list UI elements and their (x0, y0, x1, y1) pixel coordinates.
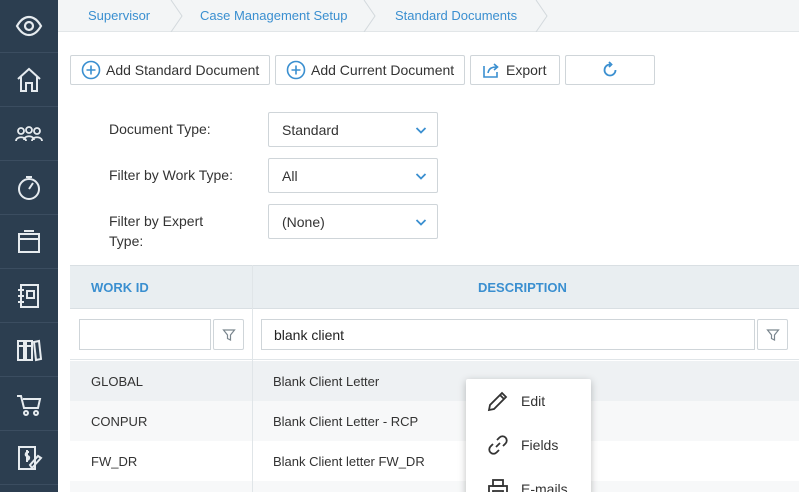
sidebar-item-library[interactable] (0, 324, 58, 377)
work-id-filter-input[interactable] (79, 319, 211, 350)
column-divider (252, 265, 253, 492)
breadcrumb-case-management-setup[interactable]: Case Management Setup (200, 0, 347, 32)
printer-icon (488, 479, 508, 492)
work-id-cell: FW_DR (91, 454, 138, 469)
add-current-document-label: Add Current Document (311, 62, 455, 78)
description-filter-button[interactable] (757, 319, 788, 350)
description-filter-input[interactable] (261, 319, 755, 350)
breadcrumb-separator-icon (170, 0, 183, 32)
breadcrumb-standard-documents[interactable]: Standard Documents (395, 0, 517, 32)
export-icon (481, 60, 501, 80)
funnel-icon (221, 328, 236, 341)
table-row[interactable]: FW_DR Blank Client letter FW_DR (70, 441, 799, 481)
expert-type-select[interactable]: (None) (268, 204, 438, 239)
sidebar-item-archive[interactable] (0, 216, 58, 269)
breadcrumb-separator-icon (535, 0, 548, 32)
work-type-label: Filter by Work Type: (109, 167, 233, 183)
cart-icon (17, 395, 42, 416)
breadcrumb: Supervisor Case Management Setup Standar… (58, 0, 799, 32)
document-type-label: Document Type: (109, 121, 211, 137)
work-id-filter-button[interactable] (213, 319, 244, 350)
library-icon (17, 339, 43, 362)
context-menu: Edit Fields E-mails (466, 379, 591, 492)
breadcrumb-supervisor[interactable]: Supervisor (88, 0, 150, 32)
breadcrumb-separator-icon (363, 0, 376, 32)
refresh-button[interactable] (565, 55, 655, 85)
sidebar-item-cart[interactable] (0, 378, 58, 431)
export-button[interactable]: Export (470, 55, 560, 85)
plus-circle-icon (286, 60, 306, 80)
chevron-down-icon (415, 219, 427, 226)
document-type-select[interactable]: Standard (268, 112, 438, 147)
table-row[interactable]: GLOBAL Blank Client Letter (70, 361, 799, 401)
refresh-icon (603, 61, 617, 77)
sidebar (0, 0, 58, 492)
document-type-value: Standard (282, 122, 339, 138)
add-current-document-button[interactable]: Add Current Document (275, 55, 465, 85)
table-row[interactable]: CONPUR Blank Client Letter - RCP (70, 401, 799, 441)
expert-type-value: (None) (282, 214, 325, 230)
funnel-icon (765, 328, 780, 341)
export-label: Export (506, 62, 547, 78)
work-type-select[interactable]: All (268, 158, 438, 193)
context-menu-fields-label: Fields (521, 437, 559, 453)
sidebar-item-home[interactable] (0, 54, 58, 107)
eye-icon (15, 15, 43, 37)
billing-icon (18, 446, 43, 470)
plus-circle-icon (81, 60, 101, 80)
sidebar-item-view[interactable] (0, 0, 58, 53)
context-menu-edit-label: Edit (521, 393, 546, 409)
expert-type-label-line1: Filter by Expert (109, 213, 204, 229)
work-type-value: All (282, 168, 298, 184)
work-id-cell: GLOBAL (91, 374, 144, 389)
context-menu-emails[interactable]: E-mails (466, 467, 591, 492)
sidebar-item-notebook[interactable] (0, 270, 58, 323)
column-header-description[interactable]: DESCRIPTION (478, 266, 567, 310)
home-icon (17, 67, 41, 92)
users-icon (15, 126, 43, 142)
description-cell: Blank Client Letter (273, 374, 380, 389)
notebook-icon (18, 284, 39, 308)
chevron-down-icon (415, 173, 427, 180)
chevron-down-icon (415, 127, 427, 134)
description-cell: Blank Client Letter - RCP (273, 414, 419, 429)
sidebar-item-dashboard[interactable] (0, 162, 58, 215)
add-standard-document-button[interactable]: Add Standard Document (70, 55, 270, 85)
table-row[interactable] (70, 481, 799, 492)
dashboard-icon (18, 176, 40, 200)
description-cell: Blank Client letter FW_DR (273, 454, 425, 469)
table-header: WORK ID DESCRIPTION (70, 265, 799, 309)
sidebar-item-users[interactable] (0, 108, 58, 161)
add-standard-document-label: Add Standard Document (106, 62, 260, 78)
column-header-work-id[interactable]: WORK ID (91, 266, 149, 310)
link-icon (488, 435, 508, 455)
context-menu-edit[interactable]: Edit (466, 379, 591, 423)
expert-type-label-line2: Type: (109, 233, 144, 249)
context-menu-fields[interactable]: Fields (466, 423, 591, 467)
archive-icon (18, 230, 40, 253)
pencil-icon (487, 391, 508, 412)
sidebar-item-billing[interactable] (0, 432, 58, 485)
context-menu-emails-label: E-mails (521, 481, 568, 492)
work-id-cell: CONPUR (91, 414, 148, 429)
